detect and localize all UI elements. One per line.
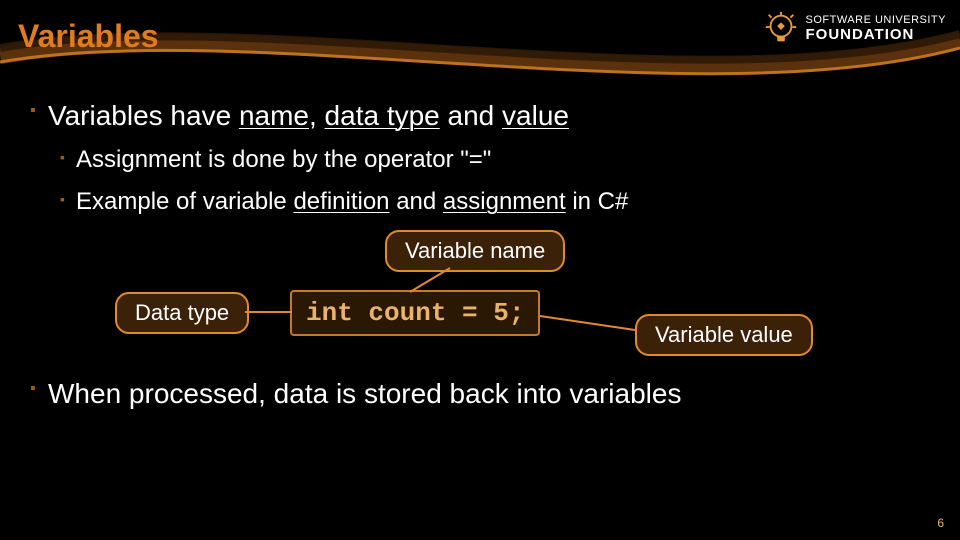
bullet-1: Variables have name, data type and value: [30, 100, 930, 132]
bullet-last: When processed, data is stored back into…: [30, 378, 930, 410]
bullet-2b: Example of variable definition and assig…: [60, 188, 930, 216]
page-number: 6: [937, 516, 944, 530]
bullet-2a: Assignment is done by the operator "=": [60, 146, 930, 174]
slide-content: Variables have name, data type and value…: [30, 100, 930, 424]
logo-line2: FOUNDATION: [806, 27, 947, 43]
slide-title: Variables: [18, 18, 159, 55]
code-diagram: Variable name Data type Variable value i…: [70, 230, 890, 370]
connector-lines: [70, 230, 890, 370]
logo: SOFTWARE UNIVERSITY FOUNDATION: [762, 10, 947, 48]
logo-bulb-icon: [762, 10, 800, 48]
